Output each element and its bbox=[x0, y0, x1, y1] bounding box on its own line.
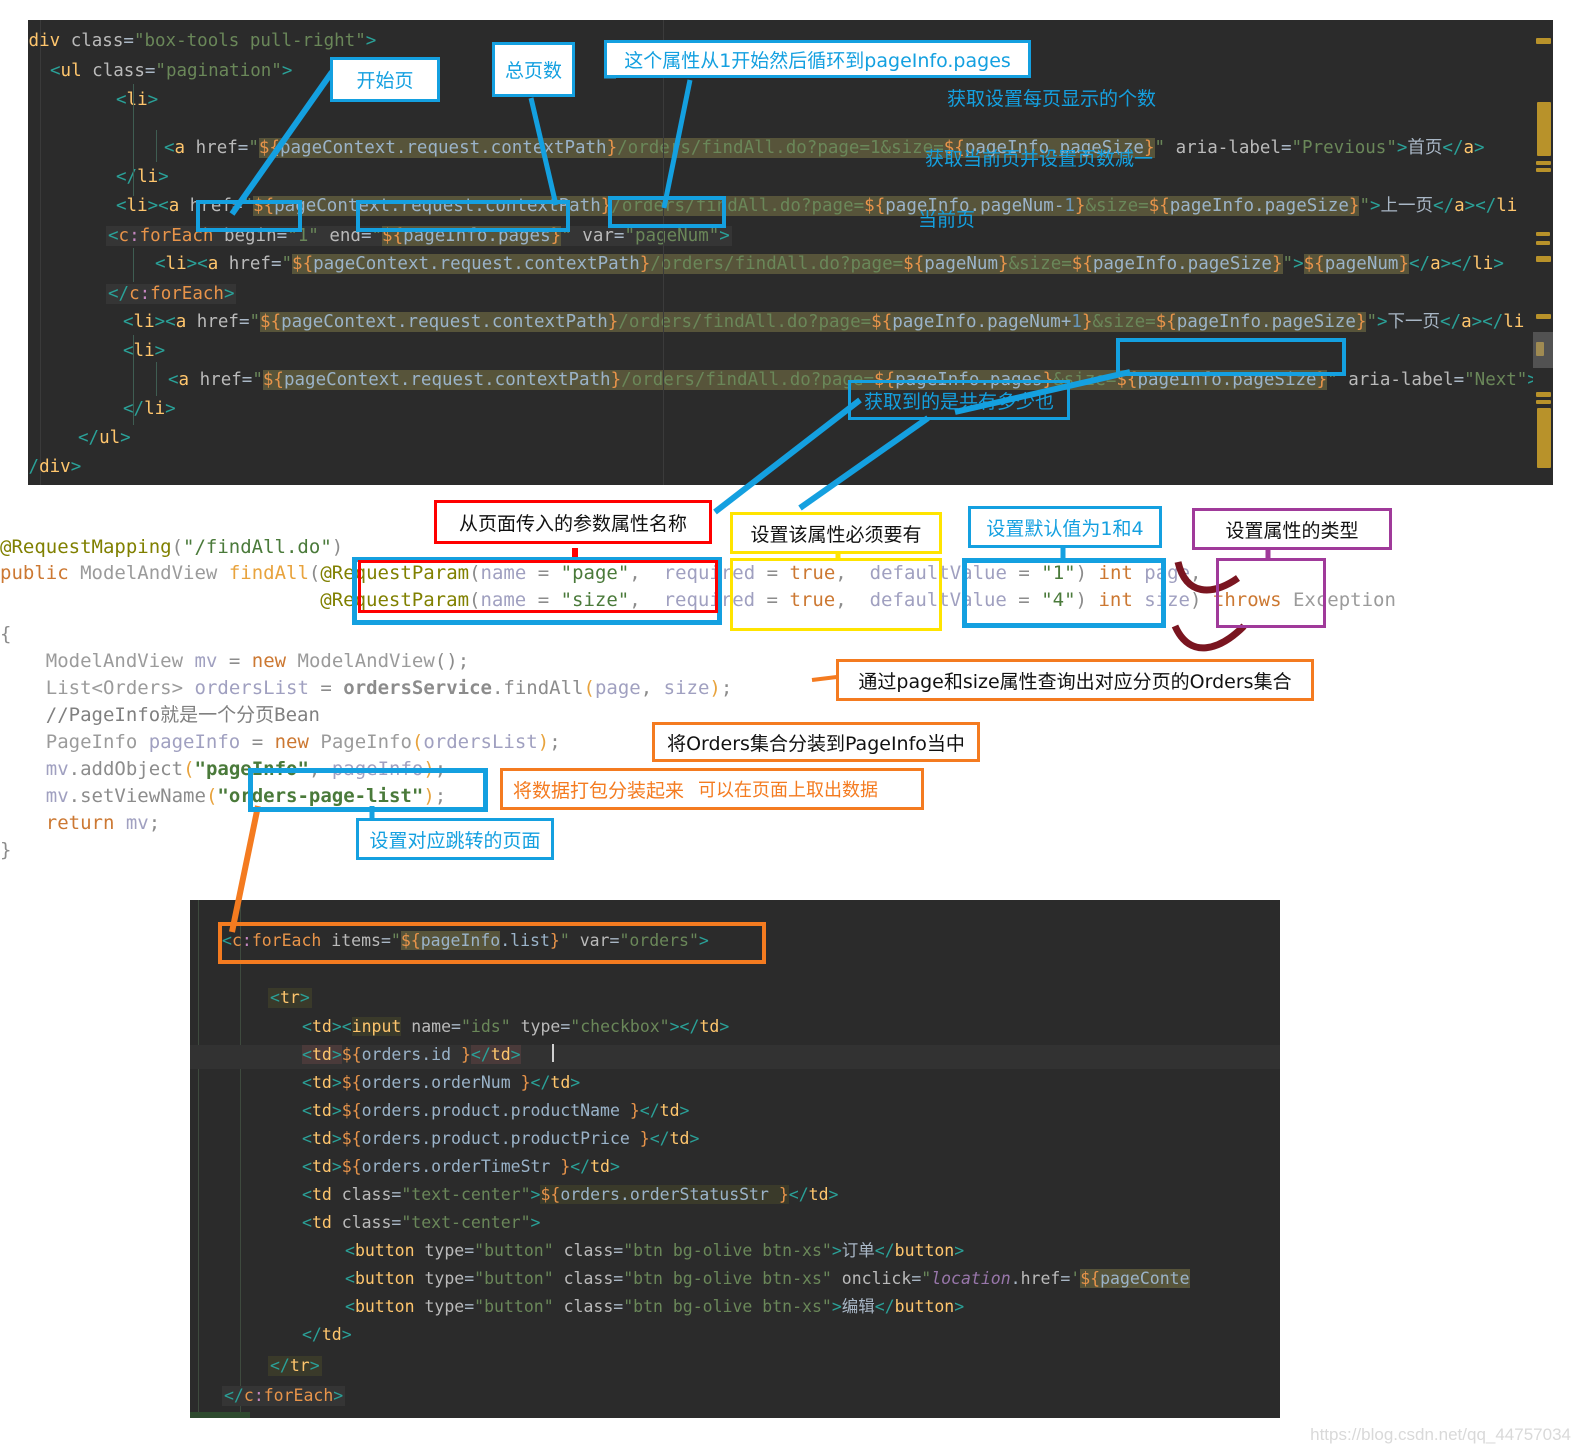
code-line: <c:forEach items="${pageInfo.list}" var=… bbox=[222, 931, 709, 950]
code-line: </td> bbox=[302, 1325, 352, 1344]
java-controller-code[interactable]: @RequestMapping("/findAll.do") public Mo… bbox=[0, 530, 1585, 860]
code-line: <td>${orders.id }</td> bbox=[302, 1045, 521, 1064]
annotation-start-page: 开始页 bbox=[330, 57, 440, 102]
screenshot-root: <div class="box-tools pull-right"> <ul c… bbox=[0, 0, 1585, 1453]
annotation-pack-data: 将数据打包分装起来 bbox=[513, 779, 685, 802]
code-line: ModelAndView mv = new ModelAndView(); bbox=[45, 650, 470, 672]
annotation-current-page-minus-one: 获取当前页并设置页数减一 bbox=[925, 148, 1154, 170]
annotation-required-must: 设置该属性必须要有 bbox=[730, 512, 942, 554]
annotation-pack-data-box: 将数据打包分装起来 可以在页面上取出数据 bbox=[500, 768, 924, 810]
code-line: @RequestMapping("/findAll.do") bbox=[0, 536, 344, 558]
annotation-current-page: 当前页 bbox=[918, 209, 976, 231]
watermark: https://blog.csdn.net/qq_44757034 bbox=[1310, 1425, 1571, 1444]
code-line: PageInfo pageInfo = new PageInfo(ordersL… bbox=[45, 731, 561, 753]
code-line: <button type="button" class="btn bg-oliv… bbox=[345, 1241, 965, 1260]
code-line: } bbox=[0, 839, 12, 860]
code-line: mv.addObject("pageInfo", pageInfo); bbox=[45, 758, 447, 780]
jsp-table-rows-code-editor[interactable]: <c:forEach items="${pageInfo.list}" var=… bbox=[190, 900, 1280, 1418]
annotation-loop-from-one: 这个属性从1开始然后循环到pageInfo.pages bbox=[604, 40, 1031, 78]
annotation-total-count: 获取到的是共有多少也 bbox=[848, 380, 1070, 420]
code-line: <td>${orders.product.productPrice }</td> bbox=[302, 1129, 700, 1148]
annotation-default-values: 设置默认值为1和4 bbox=[968, 506, 1162, 548]
code-line: <li> bbox=[123, 341, 166, 361]
code-line: <li><a href="${pageContext.request.conte… bbox=[123, 312, 1525, 332]
code-line: <button type="button" class="btn bg-oliv… bbox=[345, 1297, 965, 1316]
code-line: </li> bbox=[116, 167, 169, 187]
code-line: { bbox=[0, 623, 12, 645]
annotation-total-pages: 总页数 bbox=[492, 42, 575, 97]
annotation-wrap-into-pageinfo: 将Orders集合分装到PageInfo当中 bbox=[652, 722, 980, 762]
annotation-attr-type: 设置属性的类型 bbox=[1192, 508, 1392, 550]
code-line: <c:forEach begin="1" end="${pageInfo.pag… bbox=[106, 226, 732, 246]
code-line: <td class="text-center">${orders.orderSt… bbox=[302, 1185, 839, 1204]
annotation-query-orders: 通过page和size属性查询出对应分页的Orders集合 bbox=[836, 659, 1314, 701]
annotation-param-name-from-page: 从页面传入的参数属性名称 bbox=[434, 500, 712, 544]
editor-minimap-scrollbar[interactable] bbox=[1533, 20, 1553, 485]
code-line: <div class="box-tools pull-right"> bbox=[28, 31, 377, 51]
code-line: </c:forEach> bbox=[222, 1386, 346, 1406]
code-line: <td>${orders.orderTimeStr }</td> bbox=[302, 1157, 620, 1176]
code-line: public ModelAndView findAll(@RequestPara… bbox=[0, 562, 1202, 584]
code-line: <button type="button" class="btn bg-oliv… bbox=[345, 1269, 1190, 1288]
code-line: </tr> bbox=[268, 1356, 322, 1376]
code-line: <li> bbox=[116, 90, 159, 110]
code-line: </div> bbox=[28, 457, 82, 477]
code-line: <td><input name="ids" type="checkbox"></… bbox=[302, 1017, 730, 1036]
annotation-set-jump-page: 设置对应跳转的页面 bbox=[356, 818, 554, 860]
code-line: </li> bbox=[123, 399, 176, 419]
code-line: return mv; bbox=[45, 812, 161, 834]
code-line: mv.setViewName("orders-page-list"); bbox=[45, 785, 447, 807]
code-line: @RequestParam(name = "size", required = … bbox=[320, 589, 1396, 611]
code-line: <td>${orders.orderNum }</td> bbox=[302, 1073, 581, 1092]
code-line: <tr> bbox=[268, 988, 312, 1008]
annotation-page-size-get: 获取设置每页显示的个数 bbox=[947, 88, 1157, 110]
code-line: <a href="${pageContext.request.contextPa… bbox=[164, 138, 1485, 158]
code-line: </c:forEach> bbox=[106, 284, 237, 304]
code-line: <li><a href="${pageContext.request.conte… bbox=[155, 254, 1504, 274]
code-line: </ul> bbox=[78, 428, 131, 448]
annotation-can-fetch-on-page: 可以在页面上取出数据 bbox=[698, 780, 879, 801]
code-line: <li><a href="${pageContext.request.conte… bbox=[116, 196, 1518, 216]
code-line: <ul class="pagination"> bbox=[50, 61, 293, 81]
code-line: <td class="text-center"> bbox=[302, 1213, 541, 1232]
jsp-pagination-code-editor[interactable]: <div class="box-tools pull-right"> <ul c… bbox=[28, 20, 1553, 485]
code-line: //PageInfo就是一个分页Bean bbox=[45, 704, 320, 726]
code-line: List<Orders> ordersList = ordersService.… bbox=[45, 677, 733, 699]
code-line: <td>${orders.product.productName }</td> bbox=[302, 1101, 690, 1120]
